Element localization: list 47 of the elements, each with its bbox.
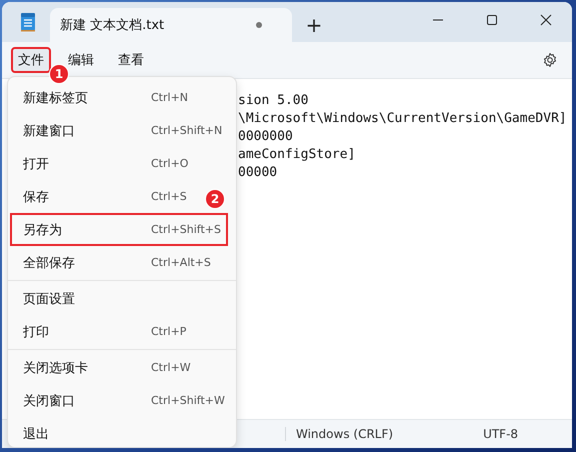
menu-bar-item[interactable]: 文件 [12,48,50,72]
close-icon[interactable] [540,14,552,26]
settings-icon[interactable] [542,52,558,68]
maximize-icon[interactable] [486,14,498,26]
menu-item-label: 新建窗口 [23,122,76,140]
menu-item-label: 页面设置 [23,290,76,308]
text-line: 0000000 [238,128,294,146]
menu-item[interactable]: 新建标签页 Ctrl+N [10,81,188,114]
shortcut-text: Ctrl+S [151,190,187,203]
status-text: Windows (CRLF) [285,427,404,441]
notepad-icon [20,12,36,32]
shortcut-text: Ctrl+W [151,361,191,374]
text-line: 00000 [238,164,278,182]
shortcut-text: Ctrl+P [151,325,186,338]
menu-item-label: 打开 [23,156,50,172]
menu-item-label: 退出 [23,426,50,442]
shortcut-text: Ctrl+Shift+S [151,223,222,236]
menu-item-label: 全部保存 [23,254,76,272]
menu-item-label: 打印 [23,324,50,340]
menu-item[interactable]: 关闭窗口 Ctrl+Shift+W [10,384,225,417]
status-text: UTF-8 [482,427,520,441]
menu-item-label: 保存 [23,188,50,206]
menu-item-label: 关闭窗口 [23,392,76,410]
text-line: sion 5.00 [238,92,310,110]
menu-item[interactable]: 全部保存 Ctrl+Alt+S [10,246,211,279]
shortcut-text: Ctrl+O [151,157,188,170]
menu-item[interactable]: 打印 Ctrl+P [10,315,186,348]
shortcut-text: Ctrl+Shift+W [151,394,225,407]
document-tab[interactable]: 新建 文本文档.txt [50,8,292,42]
menu-item[interactable]: 另存为 Ctrl+Shift+S [10,213,228,246]
menu-item[interactable]: 关闭选项卡 Ctrl+W [10,351,191,384]
menu-item-label: 另存为 [23,222,63,238]
tab-title: 新建 文本文档.txt [60,17,166,34]
new-tab-button[interactable]: + [294,8,334,42]
shortcut-text: Ctrl+N [151,91,188,104]
menu-item[interactable]: 新建窗口 Ctrl+Shift+N [10,114,222,147]
text-line: ameConfigStore] [238,146,356,164]
menu-item[interactable]: 页面设置 [10,282,160,315]
text-line: \Microsoft\Windows\CurrentVersion\GameDVR] [238,110,568,128]
menu-item-label: 新建标签页 [23,90,89,106]
menu-item[interactable]: 退出 [10,417,160,448]
shortcut-text: Ctrl+Alt+S [151,256,211,269]
menu-item[interactable]: 打开 Ctrl+O [10,147,188,180]
menu-item-label: 关闭选项卡 [23,360,89,376]
menu-bar-item[interactable]: 查看 [112,48,150,72]
menu-item[interactable]: 保存 Ctrl+S [10,180,187,213]
shortcut-text: Ctrl+Shift+N [151,124,222,137]
